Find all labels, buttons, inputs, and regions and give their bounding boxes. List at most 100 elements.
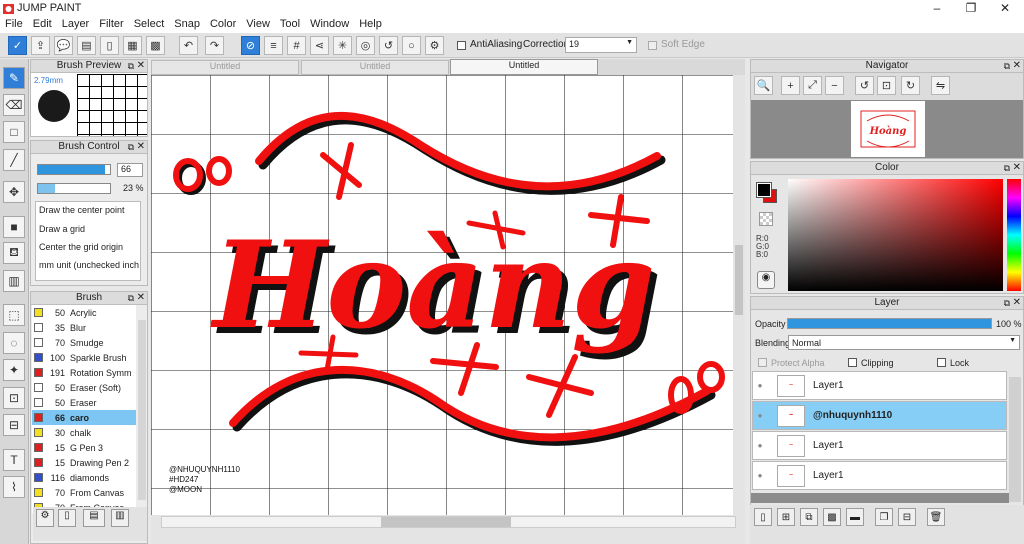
raster-layer-icon[interactable]: ▩	[823, 508, 841, 526]
opacity-slider[interactable]	[787, 318, 992, 329]
menu-window[interactable]: Window	[305, 17, 354, 31]
copy-layer-icon[interactable]: ❐	[875, 508, 893, 526]
brush-item[interactable]: 116 diamonds	[32, 470, 136, 485]
correction-select[interactable]: 19 ▼	[565, 37, 637, 53]
move-tool-icon[interactable]: ✥	[3, 181, 25, 203]
brush-item[interactable]: 70 Smudge	[32, 335, 136, 350]
text-tool-icon[interactable]: T	[3, 449, 25, 471]
brush-item[interactable]: 30 chalk	[32, 425, 136, 440]
snap-off-icon[interactable]: ⊘	[241, 36, 260, 55]
hue-slider[interactable]	[1007, 179, 1021, 291]
magic-wand-icon[interactable]: ✦	[3, 359, 25, 381]
navigator-thumbnail[interactable]: Hoàng	[851, 101, 925, 157]
menu-view[interactable]: View	[241, 17, 275, 31]
select-pen-icon[interactable]: ⊡	[3, 387, 25, 409]
zoom-icon[interactable]: 🔍	[754, 76, 773, 95]
new-layer-plus-icon[interactable]: ⊞	[777, 508, 795, 526]
vertical-scrollbar[interactable]	[733, 75, 745, 515]
grid-settings-icon[interactable]: ▩	[146, 36, 165, 55]
palette-icon[interactable]: ◉	[757, 271, 775, 289]
fill-shape-icon[interactable]: ■	[3, 216, 25, 238]
tab-untitled-2[interactable]: Untitled	[301, 60, 449, 75]
popout-icon[interactable]: ⧉	[1004, 60, 1010, 72]
scroll-thumb[interactable]	[381, 517, 511, 527]
scroll-thumb[interactable]	[735, 245, 743, 315]
popout-icon[interactable]: ⧉	[128, 292, 134, 304]
popout-icon[interactable]: ⧉	[1004, 162, 1010, 174]
primary-color-swatch[interactable]	[756, 182, 772, 198]
tab-untitled-3[interactable]: Untitled	[450, 59, 598, 75]
option-draw-grid[interactable]: Draw a grid	[39, 224, 139, 234]
close-icon[interactable]: ✕	[1013, 60, 1021, 72]
option-mm-unit[interactable]: mm unit (unchecked inch	[39, 260, 139, 270]
zoom-out-icon[interactable]: −	[825, 76, 844, 95]
minimize-button[interactable]: –	[920, 0, 954, 17]
close-button[interactable]: ✕	[988, 0, 1022, 17]
transparent-swatch[interactable]	[759, 212, 773, 226]
snap-radial-icon[interactable]: ✳	[333, 36, 352, 55]
size-slider[interactable]	[37, 164, 111, 175]
marquee-icon[interactable]: ⬚	[3, 304, 25, 326]
brush-item[interactable]: 15 G Pen 3	[32, 440, 136, 455]
snap-curve-icon[interactable]: ↺	[379, 36, 398, 55]
redo-icon[interactable]: ↷	[205, 36, 224, 55]
delete-layer-icon[interactable]: 🗑	[927, 508, 945, 526]
brush-item[interactable]: 100 Sparkle Brush	[32, 350, 136, 365]
snap-ellipse-icon[interactable]: ○	[402, 36, 421, 55]
option-draw-center[interactable]: Draw the center point	[39, 205, 139, 215]
bucket-icon[interactable]: ⛾	[3, 242, 25, 264]
rotate-right-icon[interactable]: ↻	[901, 76, 920, 95]
clipping-checkbox[interactable]	[848, 358, 857, 367]
menu-tool[interactable]: Tool	[275, 17, 305, 31]
close-icon[interactable]: ✕	[1013, 297, 1021, 309]
blending-select[interactable]: Normal ▼	[788, 335, 1020, 350]
merge-layer-icon[interactable]: ⊟	[898, 508, 916, 526]
menu-filter[interactable]: Filter	[94, 17, 128, 31]
gradient-icon[interactable]: ▥	[3, 270, 25, 292]
snap-settings-icon[interactable]: ⚙	[425, 36, 444, 55]
menu-color[interactable]: Color	[205, 17, 241, 31]
rotate-reset-icon[interactable]: ⊡	[877, 76, 896, 95]
eraser-tool-icon[interactable]: ⌫	[3, 94, 25, 116]
size-value[interactable]: 66	[117, 163, 143, 177]
brush-item[interactable]: 50 Acrylic	[32, 305, 136, 320]
popout-icon[interactable]: ⧉	[1004, 297, 1010, 309]
option-center-grid[interactable]: Center the grid origin	[39, 242, 139, 252]
layer-row[interactable]: ● ~ Layer1	[752, 461, 1007, 490]
menu-edit[interactable]: Edit	[28, 17, 57, 31]
brush-item[interactable]: 15 Drawing Pen 2	[32, 455, 136, 470]
undo-icon[interactable]: ↶	[179, 36, 198, 55]
close-icon[interactable]: ✕	[137, 141, 145, 153]
close-icon[interactable]: ✕	[1013, 162, 1021, 174]
fit-icon[interactable]: ⤢	[803, 76, 822, 95]
comment-icon[interactable]: ▤	[77, 36, 96, 55]
close-icon[interactable]: ✕	[137, 292, 145, 304]
menu-select[interactable]: Select	[129, 17, 170, 31]
brush-item[interactable]: 50 Eraser (Soft)	[32, 380, 136, 395]
visibility-icon[interactable]: ●	[753, 441, 767, 450]
menu-file[interactable]: File	[0, 17, 28, 31]
saturation-value-picker[interactable]	[788, 179, 1003, 291]
line-tool-icon[interactable]: ╱	[3, 149, 25, 171]
brush-item[interactable]: 35 Blur	[32, 320, 136, 335]
layer-row[interactable]: ● ~ Layer1	[752, 371, 1007, 400]
new-brush-icon[interactable]: ▯	[58, 509, 76, 527]
brush-list-icon[interactable]: ▥	[111, 509, 129, 527]
rect-select-icon[interactable]: □	[3, 121, 25, 143]
eyedropper-icon[interactable]: ⌇	[3, 476, 25, 498]
visibility-icon[interactable]: ●	[753, 381, 767, 390]
lasso-icon[interactable]: ◌	[3, 332, 25, 354]
lock-checkbox[interactable]	[937, 358, 946, 367]
brush-settings-icon[interactable]: ⚙	[36, 509, 54, 527]
snap-grid-icon[interactable]: #	[287, 36, 306, 55]
brush-item[interactable]: 66 caro	[32, 410, 136, 425]
layer-scrollbar[interactable]	[1009, 377, 1021, 502]
soft-edge-checkbox[interactable]	[648, 41, 657, 50]
brush-item[interactable]: 50 Eraser	[32, 395, 136, 410]
maximize-button[interactable]: ❐	[954, 0, 988, 17]
layout-icon[interactable]: ▦	[123, 36, 142, 55]
close-icon[interactable]: ✕	[137, 60, 145, 72]
folder-icon[interactable]: ▬	[846, 508, 864, 526]
pen-tool-icon[interactable]: ✎	[3, 67, 25, 89]
canvas[interactable]: Hoàng Hoàng @NHUQUYNH1110 #HD247 @MOON	[151, 75, 733, 515]
